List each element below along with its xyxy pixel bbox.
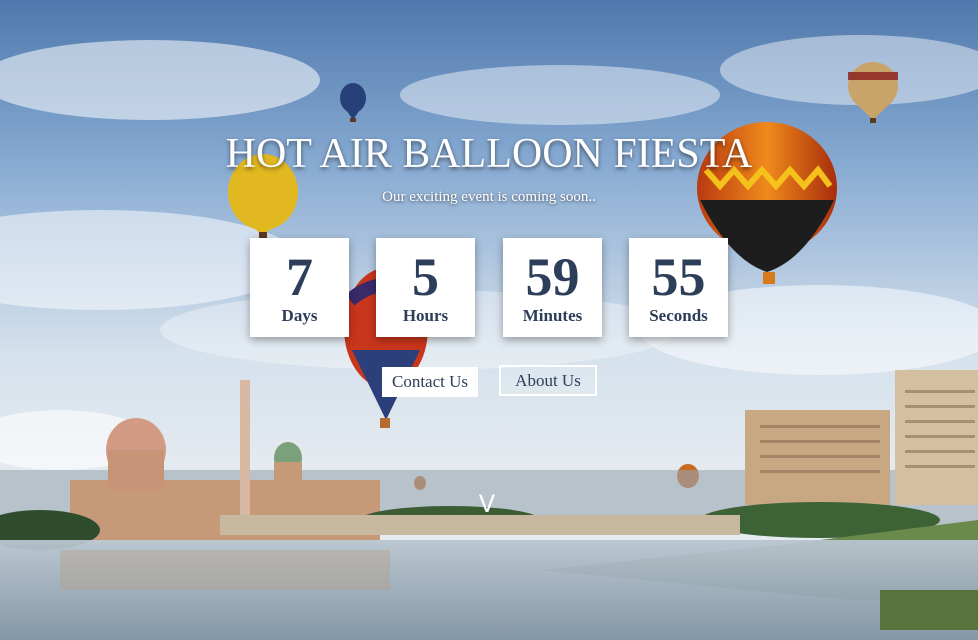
chevron-down-icon[interactable]: V: [474, 492, 500, 516]
about-us-button[interactable]: About Us: [499, 365, 597, 396]
countdown-days: 7 Days: [250, 238, 349, 337]
countdown-days-label: Days: [281, 306, 318, 325]
countdown-hours: 5 Hours: [376, 238, 475, 337]
countdown-seconds: 55 Seconds: [629, 238, 728, 337]
page-subtitle: Our exciting event is coming soon..: [382, 189, 596, 205]
countdown-hours-label: Hours: [402, 306, 449, 325]
countdown-seconds-label: Seconds: [649, 306, 708, 325]
countdown-days-value: 7: [286, 247, 313, 307]
hero-section: HOT AIR BALLOON FIESTA Our exciting even…: [0, 0, 978, 640]
countdown-seconds-value: 55: [651, 247, 706, 307]
countdown-minutes: 59 Minutes: [503, 238, 602, 337]
page-title: HOT AIR BALLOON FIESTA: [225, 131, 753, 177]
countdown-hours-value: 5: [412, 247, 439, 307]
countdown-minutes-label: Minutes: [522, 306, 583, 325]
countdown-minutes-value: 59: [525, 247, 580, 307]
contact-us-button[interactable]: Contact Us: [382, 367, 478, 397]
countdown-timer: 7 Days 5 Hours 59 Minutes 55 Seconds: [250, 238, 730, 338]
